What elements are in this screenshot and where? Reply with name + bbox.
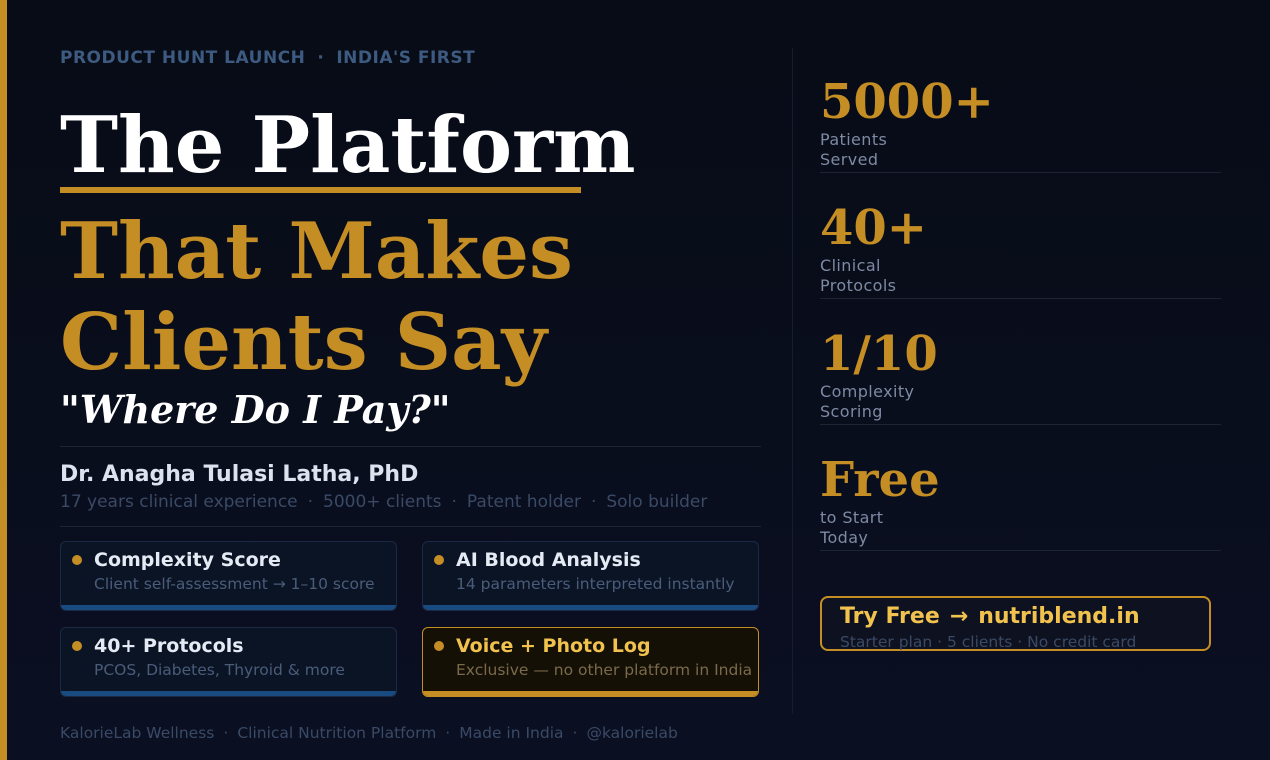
feature-card-voice-photo-log: Voice + Photo Log Exclusive — no other p… xyxy=(422,627,759,697)
author-meta: 17 years clinical experience · 5000+ clien… xyxy=(60,492,707,512)
stat-value: 5000+ xyxy=(820,74,994,130)
eyebrow: PRODUCT HUNT LAUNCH · INDIA'S FIRST xyxy=(60,48,475,68)
feature-card-ai-blood-analysis: AI Blood Analysis 14 parameters interpre… xyxy=(422,541,759,611)
footer-item: Made in India xyxy=(459,724,564,742)
stat-label-line: Today xyxy=(820,528,869,547)
headline-line-1: The Platform xyxy=(60,100,636,191)
stat-label-line: to Start xyxy=(820,508,884,527)
stat-label: Complexity Scoring xyxy=(820,382,914,422)
author-meta-separator: · xyxy=(451,492,457,512)
author-meta-separator: · xyxy=(590,492,597,512)
cta-url: nutriblend.in xyxy=(978,604,1140,629)
eyebrow-separator: · xyxy=(317,48,325,68)
author-meta-item: Solo builder xyxy=(606,492,708,512)
stat-label-line: Complexity xyxy=(820,382,915,401)
feature-card-complexity-score: Complexity Score Client self-assessment … xyxy=(60,541,397,611)
author-meta-item: Patent holder xyxy=(466,492,581,512)
stat-protocols: 40+ Clinical Protocols xyxy=(820,200,1221,326)
headline-underline xyxy=(60,187,581,193)
stat-value: Free xyxy=(820,452,940,508)
stat-value: 1/10 xyxy=(820,326,938,382)
stat-divider xyxy=(820,298,1221,299)
stat-divider xyxy=(820,550,1221,551)
stat-patients: 5000+ Patients Served xyxy=(820,74,1221,200)
stat-complexity: 1/10 Complexity Scoring xyxy=(820,326,1221,452)
footer-item: KalorieLab Wellness xyxy=(60,724,215,742)
bullet-icon xyxy=(72,555,82,565)
feature-title: AI Blood Analysis xyxy=(456,549,641,571)
stat-label: Patients Served xyxy=(820,130,887,170)
bullet-icon xyxy=(434,555,444,565)
stat-value: 40+ xyxy=(820,200,928,256)
bullet-icon xyxy=(434,641,444,651)
feature-card-bar xyxy=(61,605,396,610)
feature-card-protocols: 40+ Protocols PCOS, Diabetes, Thyroid & … xyxy=(60,627,397,697)
feature-title: 40+ Protocols xyxy=(94,635,244,657)
author-meta-item: 17 years clinical experience xyxy=(60,492,298,512)
cta-title: Try Free → nutriblend.in xyxy=(840,604,1140,629)
cta-label: Try Free xyxy=(840,604,940,629)
footer-separator: · xyxy=(445,724,451,742)
feature-subtitle: Client self-assessment → 1–10 score xyxy=(94,575,375,593)
try-free-button[interactable]: Try Free → nutriblend.in Starter plan · 5 … xyxy=(820,596,1211,651)
stat-label-line: Protocols xyxy=(820,276,897,295)
feature-card-bar xyxy=(61,691,396,696)
footer-separator: · xyxy=(223,724,229,742)
footer-item: Clinical Nutrition Platform xyxy=(237,724,437,742)
divider xyxy=(60,446,761,447)
headline-line-2: That Makes xyxy=(60,206,573,297)
feature-title: Voice + Photo Log xyxy=(456,635,651,657)
arrow-right-icon: → xyxy=(949,604,969,629)
footer: KalorieLab Wellness · Clinical Nutrition P… xyxy=(60,724,678,742)
bullet-icon xyxy=(72,641,82,651)
author-name: Dr. Anagha Tulasi Latha, PhD xyxy=(60,462,419,487)
author-meta-item: 5000+ clients xyxy=(323,492,442,512)
accent-bar xyxy=(0,0,7,760)
stat-label: Clinical Protocols xyxy=(820,256,896,296)
feature-title: Complexity Score xyxy=(94,549,281,571)
feature-card-bar xyxy=(423,605,758,610)
footer-handle: @kalorielab xyxy=(586,724,678,742)
stat-label-line: Clinical xyxy=(820,256,881,275)
stat-label-line: Served xyxy=(820,150,879,169)
divider xyxy=(60,526,761,527)
stat-divider xyxy=(820,424,1221,425)
stat-divider xyxy=(820,172,1221,173)
feature-subtitle: Exclusive — no other platform in India xyxy=(456,661,753,679)
feature-subtitle: PCOS, Diabetes, Thyroid & more xyxy=(94,661,345,679)
stat-label-line: Patients xyxy=(820,130,888,149)
feature-subtitle: 14 parameters interpreted instantly xyxy=(456,575,735,593)
stat-free: Free to Start Today xyxy=(820,452,1221,578)
eyebrow-part-2: INDIA'S FIRST xyxy=(336,48,476,68)
headline-quote: "Where Do I Pay?" xyxy=(60,387,451,432)
eyebrow-part-1: PRODUCT HUNT LAUNCH xyxy=(60,48,306,68)
column-divider xyxy=(792,48,793,714)
feature-card-bar xyxy=(423,691,758,696)
author-meta-separator: · xyxy=(307,492,314,512)
stat-label-line: Scoring xyxy=(820,402,883,421)
stat-label: to Start Today xyxy=(820,508,883,548)
cta-subtitle: Starter plan · 5 clients · No credit car… xyxy=(840,633,1137,651)
footer-separator: · xyxy=(572,724,578,742)
headline-line-3: Clients Say xyxy=(60,297,547,388)
